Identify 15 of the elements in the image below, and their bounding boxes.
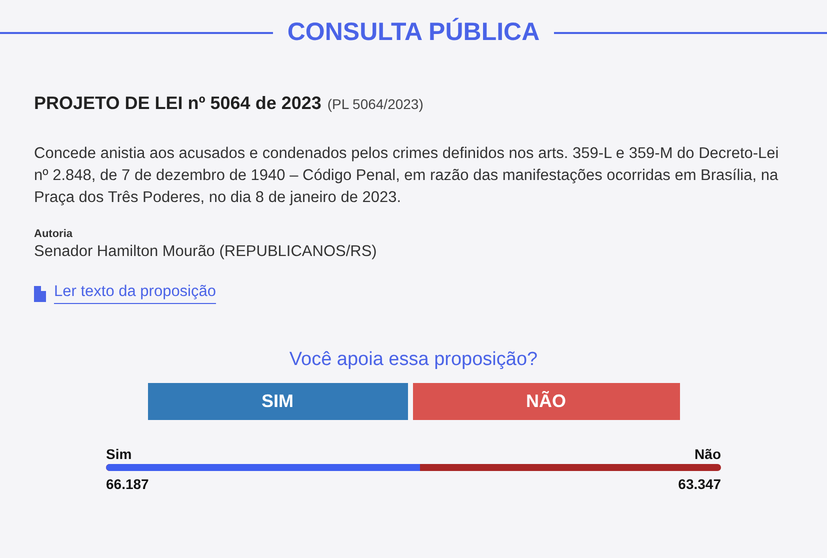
no-button[interactable]: NÃO — [412, 383, 680, 420]
page-title: CONSULTA PÚBLICA — [286, 18, 541, 47]
proposal-text-link[interactable]: Ler texto da proposição — [54, 283, 216, 304]
poll-question: Você apoia essa proposição? — [289, 349, 538, 371]
bill-code: (PL 5064/2023) — [327, 96, 424, 112]
document-icon — [34, 286, 46, 302]
authorship-label: Autoria — [34, 228, 74, 240]
yes-count: 66.187 — [106, 476, 149, 492]
bill-summary: Concede anistia aos acusados e condenados pelos crimes definidos nos arts. 359-L e 359-M do Decreto-Lei nº 2.848, de 7 de dezembro de 1940 – Código Penal, em razão das manifestações ocorridas em Brasília, na Praça dos Três Poderes, no dia 8 de janeiro de 2023. — [34, 144, 780, 208]
no-label: Não — [694, 446, 721, 462]
bill-title: PROJETO DE LEI nº 5064 de 2023 — [34, 93, 322, 114]
yes-label: Sim — [106, 446, 132, 462]
yes-button[interactable]: SIM — [148, 383, 408, 420]
no-count: 63.347 — [678, 476, 721, 492]
author-name: Senador Hamilton Mourão (REPUBLICANOS/RS) — [34, 243, 378, 261]
